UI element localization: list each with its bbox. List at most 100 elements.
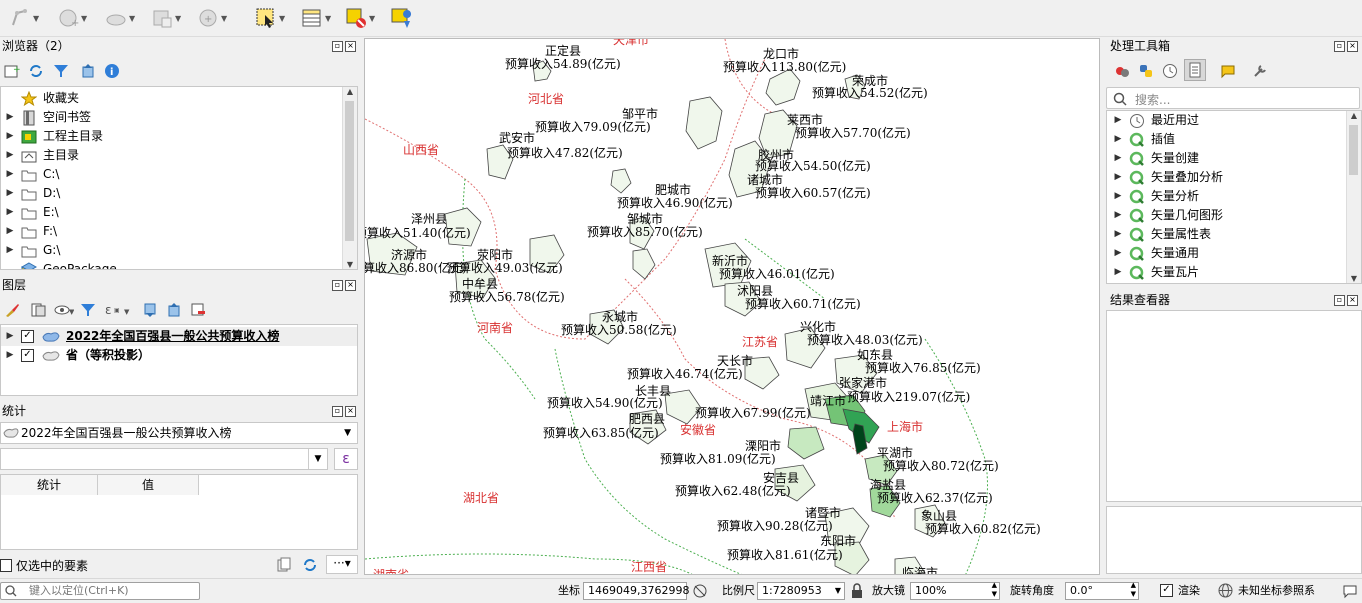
map-canvas[interactable]: 天津市 河北省 山西省 河南省 江苏省 安徽省 上海市 湖北省 江西省 湖南省 正定县 预算收入54… <box>364 38 1100 575</box>
layer-row-countries[interactable]: ▶ ✓ 2022年全国百强县一般公共预算收入榜 <box>1 327 357 346</box>
locator-search-input[interactable]: 键入以定位(Ctrl+K) <box>0 582 200 600</box>
toolbox-scrollbar[interactable]: ▲ ▼ <box>1346 111 1361 283</box>
results-viewer-button[interactable] <box>1184 59 1206 81</box>
stats-field-select[interactable]: ▼ <box>0 448 328 470</box>
spin-arrows-icon[interactable]: ▲ ▼ <box>992 581 997 599</box>
expand-arrow-icon[interactable]: ▶ <box>1113 244 1123 263</box>
copy-icon[interactable] <box>276 557 292 573</box>
toolbox-item[interactable]: ▶ 插值 <box>1113 130 1175 149</box>
float-panel-button[interactable]: ▫ <box>332 41 343 52</box>
expand-arrow-icon[interactable]: ▶ <box>1113 187 1123 206</box>
expression-button[interactable]: ε <box>334 448 358 470</box>
filter-legend-icon[interactable] <box>80 302 96 318</box>
toolbox-item[interactable]: ▶ 矢量通用 <box>1113 244 1199 263</box>
expand-all-icon[interactable] <box>142 302 158 318</box>
browser-scrollbar[interactable]: ▲ ▼ <box>342 87 357 269</box>
add-cloud-button[interactable]: ▼ <box>104 6 135 30</box>
messages-icon[interactable] <box>1342 583 1358 599</box>
layer-visibility-checkbox[interactable]: ✓ <box>21 330 34 343</box>
models-icon[interactable] <box>1114 63 1130 79</box>
rotation-spinbox[interactable]: 0.0° ▲ ▼ <box>1065 581 1139 600</box>
float-panel-button[interactable]: ▫ <box>1334 41 1345 52</box>
expand-arrow-icon[interactable]: ▶ <box>5 108 15 127</box>
magnifier-spinbox[interactable]: 100% ▲ ▼ <box>910 581 1000 600</box>
render-checkbox[interactable]: ✓ <box>1160 584 1173 597</box>
expand-arrow-icon[interactable]: ▶ <box>5 127 15 146</box>
crs-label[interactable]: 未知坐标参照系 <box>1238 582 1315 600</box>
options-wrench-icon[interactable] <box>1252 63 1268 79</box>
toolbox-item[interactable]: ▶ 矢量属性表 <box>1113 225 1211 244</box>
browser-item[interactable]: ▶ 空间书签 <box>5 108 91 127</box>
remove-layer-icon[interactable] <box>190 302 206 318</box>
add-ring-button[interactable]: ▼ <box>150 6 181 30</box>
close-panel-button[interactable]: × <box>1347 41 1358 52</box>
expand-arrow-icon[interactable]: ▶ <box>1113 130 1123 149</box>
spin-arrows-icon[interactable]: ▲ ▼ <box>1131 581 1136 599</box>
value-col-header[interactable]: 值 <box>98 475 199 495</box>
attribute-table-button[interactable]: ▼ <box>300 6 331 30</box>
toolbox-search-input[interactable]: 搜索... <box>1106 87 1360 109</box>
expand-arrow-icon[interactable]: ▶ <box>5 146 15 165</box>
browser-item[interactable]: ▶ 工程主目录 <box>5 127 103 146</box>
filter-icon[interactable] <box>53 63 69 79</box>
browser-item[interactable]: ▶ C:\ <box>5 165 59 184</box>
scrollbar-thumb[interactable] <box>1349 125 1358 175</box>
edit-features-icon[interactable] <box>1220 63 1236 79</box>
float-panel-button[interactable]: ▫ <box>332 280 343 291</box>
scale-combobox[interactable]: 1:7280953 ▼ <box>757 582 845 600</box>
layer-visibility-checkbox[interactable]: ✓ <box>21 349 34 362</box>
expand-arrow-icon[interactable]: ▶ <box>5 222 15 241</box>
scrollbar-thumb[interactable] <box>345 101 354 241</box>
expand-arrow-icon[interactable]: ▶ <box>5 203 15 222</box>
toolbox-item[interactable]: ▶ 矢量叠加分析 <box>1113 168 1223 187</box>
browser-item[interactable]: ▶ F:\ <box>5 222 57 241</box>
add-part-button[interactable]: + ▼ <box>196 6 227 30</box>
add-selected-layers-icon[interactable]: + <box>4 63 20 79</box>
close-panel-button[interactable]: × <box>1347 295 1358 306</box>
expand-arrow-icon[interactable]: ▶ <box>1113 225 1123 244</box>
toolbox-item[interactable]: ▶ 最近用过 <box>1113 111 1199 130</box>
add-polygon-button[interactable]: + ▼ <box>56 6 87 30</box>
expand-arrow-icon[interactable]: ▶ <box>1113 263 1123 282</box>
expand-arrow-icon[interactable]: ▶ <box>5 327 15 346</box>
layer-row-provinces[interactable]: ▶ ✓ 省（等积投影） <box>1 346 357 365</box>
browser-item[interactable]: ▶ G:\ <box>5 241 60 260</box>
coordinate-field[interactable]: 1469049,3762998 <box>583 582 689 600</box>
selected-only-checkbox[interactable] <box>0 559 12 572</box>
expand-arrow-icon[interactable]: ▶ <box>5 241 15 260</box>
digitize-line-button[interactable]: ▼ <box>8 6 39 30</box>
toolbox-item[interactable]: ▶ 矢量分析 <box>1113 187 1199 206</box>
close-panel-button[interactable]: × <box>345 406 356 417</box>
expand-arrow-icon[interactable]: ▶ <box>5 165 15 184</box>
toolbox-item[interactable]: ▶ 矢量瓦片 <box>1113 263 1199 282</box>
more-options-button[interactable]: ···▾ <box>326 555 358 574</box>
expand-arrow-icon[interactable]: ▶ <box>1113 149 1123 168</box>
float-panel-button[interactable]: ▫ <box>1334 295 1345 306</box>
visibility-eye-icon[interactable]: ▼ <box>54 302 74 318</box>
toggle-extents-icon[interactable] <box>692 583 708 599</box>
toolbox-item[interactable]: ▶ 矢量创建 <box>1113 149 1199 168</box>
history-clock-icon[interactable] <box>1162 63 1178 79</box>
crs-globe-icon[interactable] <box>1218 583 1233 598</box>
browser-item[interactable]: GeoPackage <box>5 260 117 269</box>
browser-item[interactable]: 收藏夹 <box>5 89 79 108</box>
select-by-location-button[interactable] <box>390 6 414 30</box>
expand-arrow-icon[interactable]: ▶ <box>1113 168 1123 187</box>
refresh-icon[interactable] <box>28 63 44 79</box>
expand-arrow-icon[interactable]: ▶ <box>5 184 15 203</box>
browser-item[interactable]: ▶ D:\ <box>5 184 60 203</box>
style-brush-icon[interactable] <box>4 302 20 318</box>
browser-item[interactable]: ▶ E:\ <box>5 203 59 222</box>
stats-layer-select[interactable]: 2022年全国百强县一般公共预算收入榜 ▼ <box>0 422 358 444</box>
close-panel-button[interactable]: × <box>345 41 356 52</box>
info-icon[interactable]: i <box>104 63 120 79</box>
expression-filter-icon[interactable]: ε ▣ ▼ <box>104 302 134 318</box>
expand-arrow-icon[interactable]: ▶ <box>5 346 15 365</box>
deselect-button[interactable]: ▼ <box>344 6 375 30</box>
lock-icon[interactable] <box>850 583 864 599</box>
float-panel-button[interactable]: ▫ <box>332 406 343 417</box>
expand-arrow-icon[interactable]: ▶ <box>1113 111 1123 130</box>
collapse-all-icon[interactable] <box>166 302 182 318</box>
collapse-all-icon[interactable] <box>80 63 96 79</box>
toolbox-item[interactable]: ▶ 矢量几何图形 <box>1113 206 1223 225</box>
